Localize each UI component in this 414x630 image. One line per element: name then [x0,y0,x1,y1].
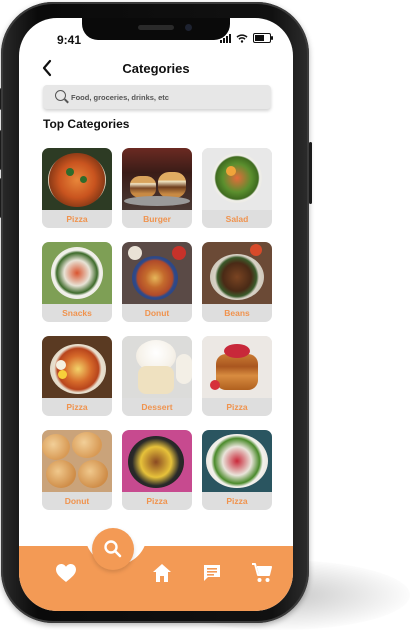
search-input[interactable] [71,85,261,109]
battery-icon [253,33,273,43]
pizza-image [202,336,272,398]
search-bar[interactable] [43,85,271,109]
status-time: 9:41 [57,33,82,47]
category-card[interactable]: Pizza [122,430,192,510]
pizza-image [122,430,192,492]
category-card[interactable]: Pizza [42,148,112,228]
category-card[interactable]: Pizza [202,430,272,510]
category-label: Pizza [66,402,88,412]
power-button [309,142,312,204]
search-icon [104,540,122,558]
app-header: Categories [19,58,293,82]
category-label: Donut [64,496,90,506]
chat-icon[interactable] [202,563,222,583]
cart-icon[interactable] [251,562,273,584]
search-icon [55,90,66,101]
salad-image [202,148,272,210]
category-card[interactable]: Salad [202,148,272,228]
phone-frame: 9:41 Categories Top Categories [0,2,312,623]
category-card[interactable]: Pizza [202,336,272,416]
pizza-image [42,148,112,210]
section-title: Top Categories [43,117,130,131]
category-card[interactable]: Donut [42,430,112,510]
category-label: Snacks [62,308,92,318]
camera [185,24,192,31]
mute-switch [0,88,1,110]
notch [82,18,230,40]
pizza-image [42,336,112,398]
pizza-image [202,430,272,492]
volume-up-button [0,130,1,170]
app-screen: 9:41 Categories Top Categories [19,18,293,611]
heart-icon[interactable] [55,563,77,583]
wifi-icon [236,33,248,43]
donut-image [42,430,112,492]
home-icon[interactable] [152,563,172,583]
category-card[interactable]: Donut [122,242,192,322]
dessert-image [122,336,192,398]
category-card[interactable]: Snacks [42,242,112,322]
nav-search-button[interactable] [92,528,134,570]
volume-down-button [0,178,1,218]
snacks-image [42,242,112,304]
donut-image [122,242,192,304]
category-label: Pizza [146,496,168,506]
category-card[interactable]: Beans [202,242,272,322]
category-label: Dessert [141,402,173,412]
category-card[interactable]: Burger [122,148,192,228]
category-card[interactable]: Pizza [42,336,112,416]
speaker [138,25,174,30]
page-title: Categories [122,61,190,76]
category-label: Pizza [226,402,248,412]
category-label: Salad [225,214,249,224]
category-card[interactable]: Dessert [122,336,192,416]
category-label: Burger [143,214,171,224]
beans-image [202,242,272,304]
category-label: Pizza [226,496,248,506]
status-icons [220,33,273,43]
category-label: Pizza [66,214,88,224]
burger-image [122,148,192,210]
category-label: Beans [224,308,250,318]
category-label: Donut [144,308,170,318]
